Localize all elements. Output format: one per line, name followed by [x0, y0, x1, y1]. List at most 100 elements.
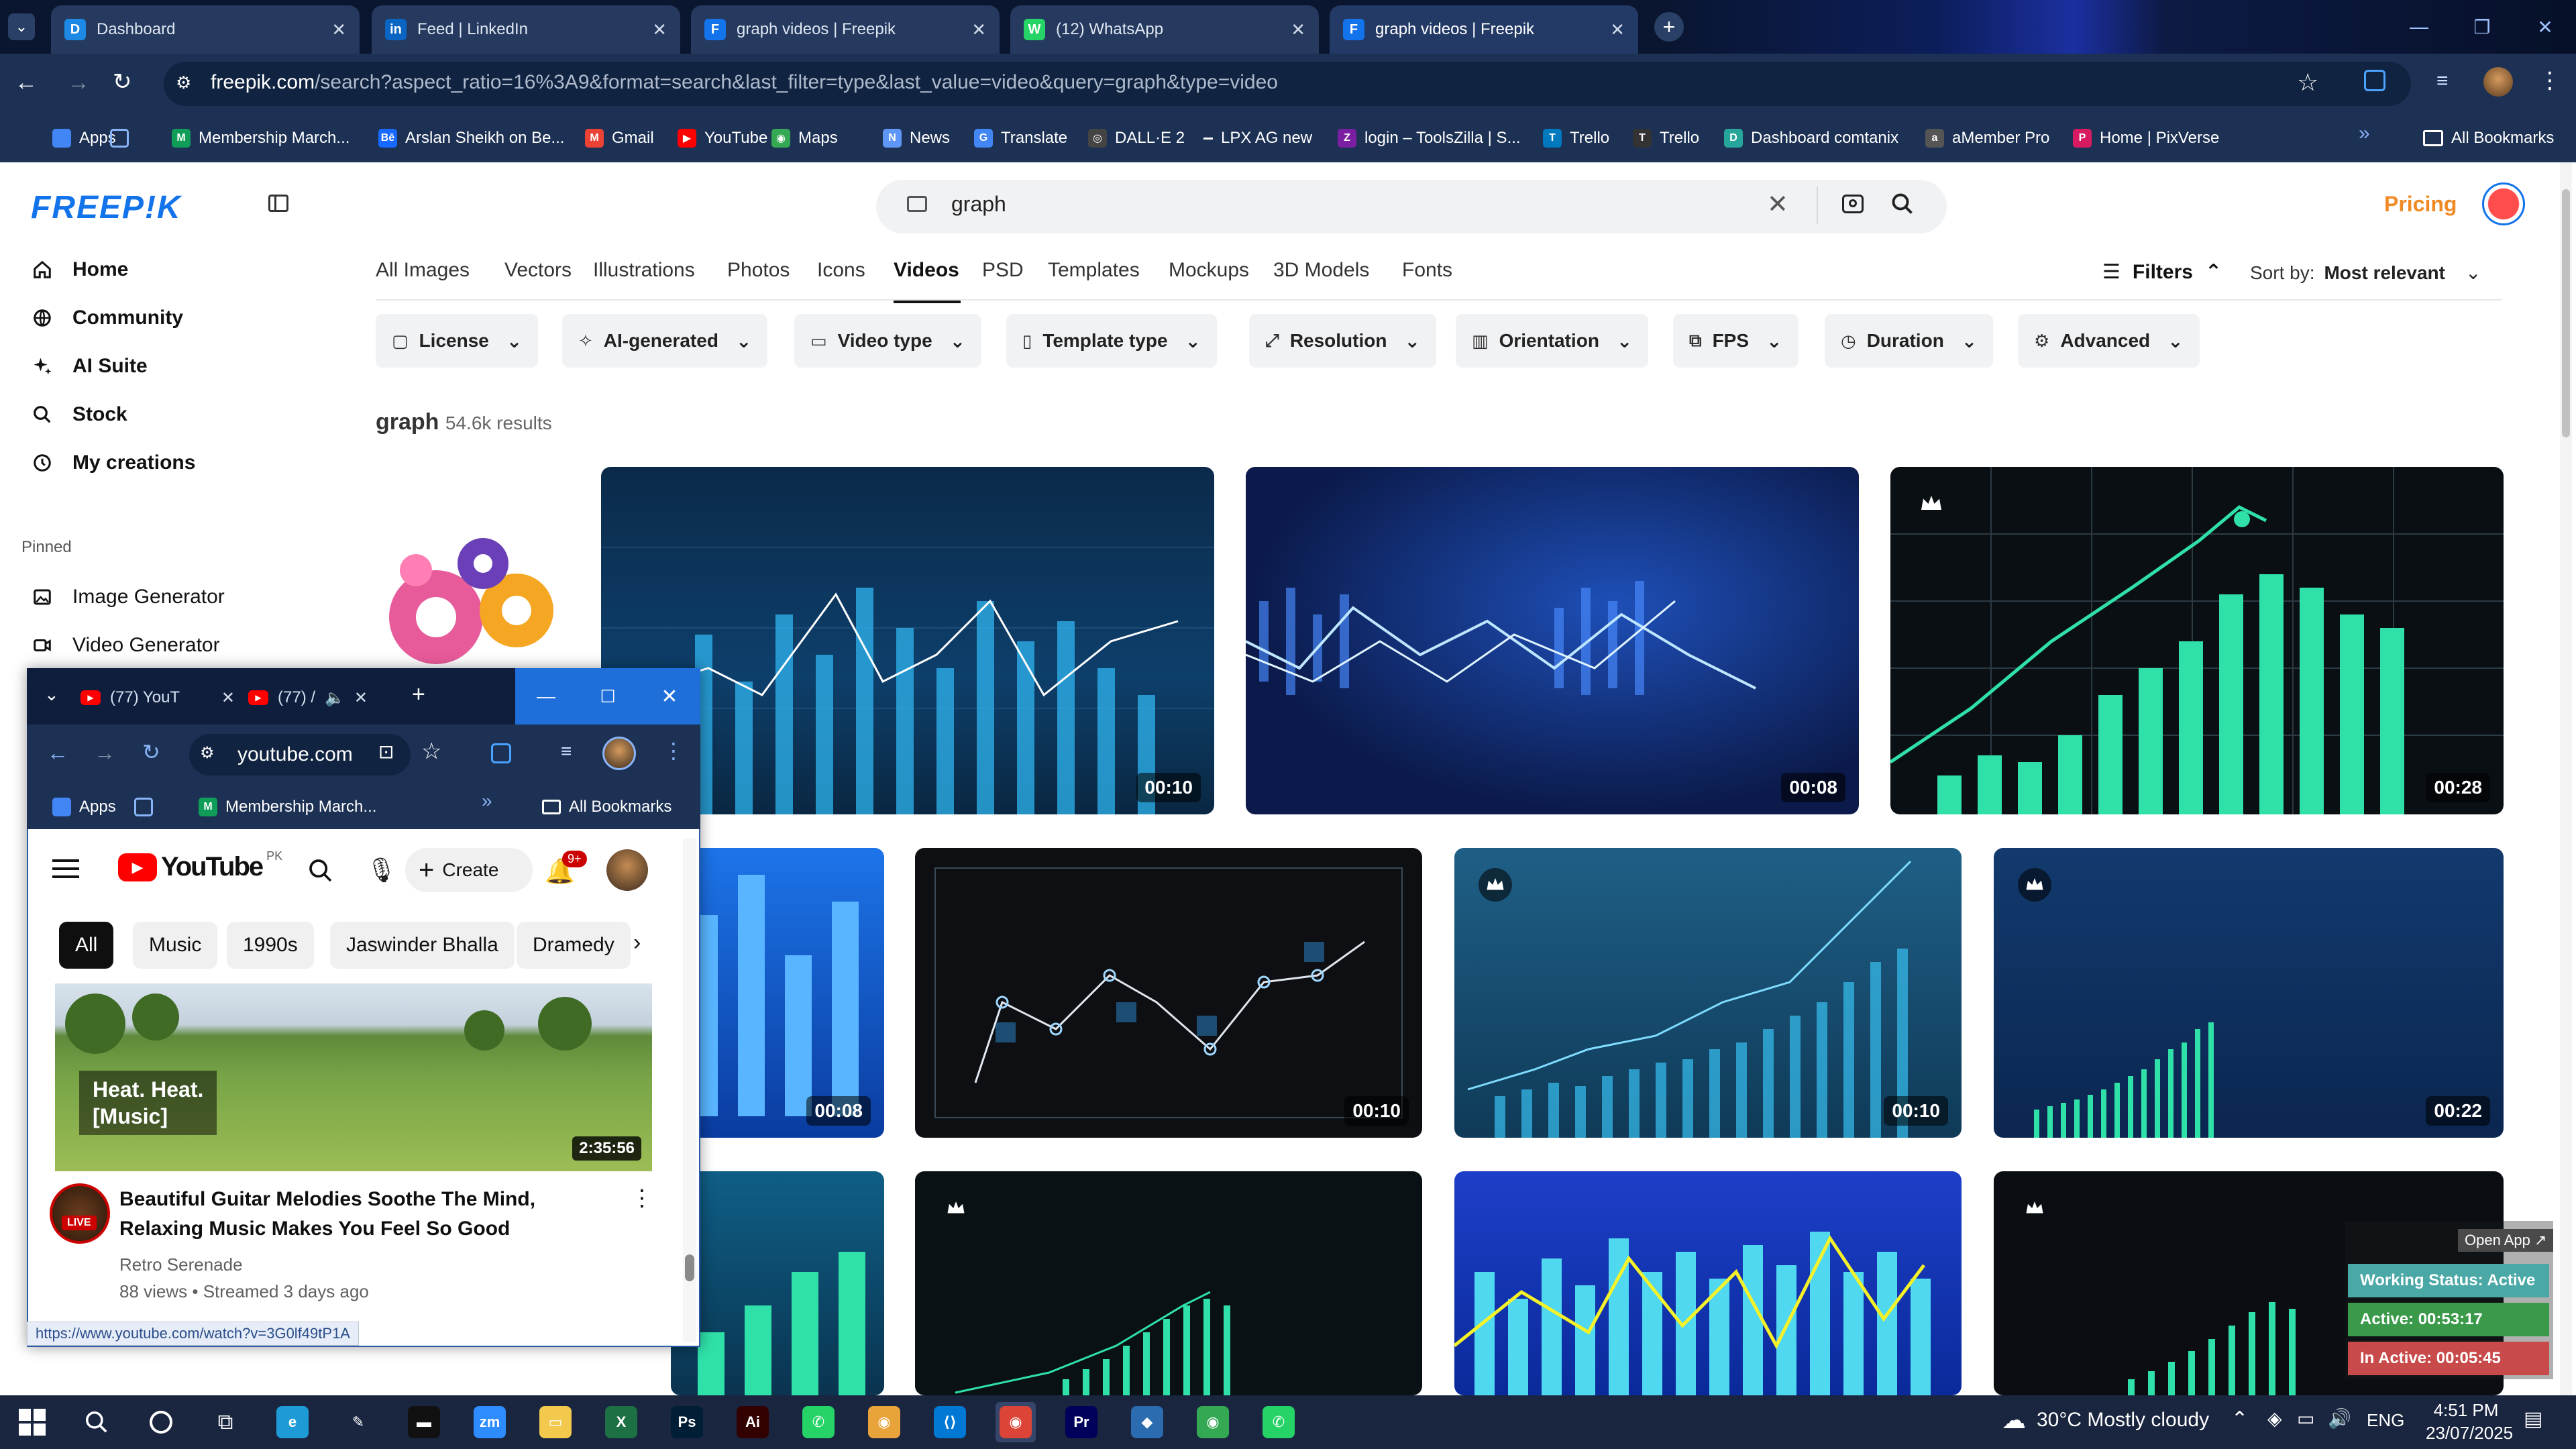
taskbar-app[interactable]: ◉	[996, 1402, 1036, 1442]
filter-chip[interactable]: Music	[133, 922, 218, 969]
search-submit-icon[interactable]	[1890, 192, 1915, 216]
bookmark-item[interactable]: ◎ DALL·E 2	[1088, 123, 1185, 154]
video-thumbnail[interactable]: 00:28	[1890, 467, 2504, 814]
taskbar-app[interactable]: ◉	[864, 1402, 904, 1442]
sidebar-item-home[interactable]: Home	[32, 251, 128, 288]
category-tab[interactable]: Photos	[727, 259, 790, 282]
new-tab-button[interactable]: +	[1654, 12, 1684, 42]
chips-next-icon[interactable]: ›	[633, 930, 641, 956]
yt-extensions-icon[interactable]	[491, 743, 511, 763]
taskbar-app[interactable]: Ps	[667, 1402, 707, 1442]
browser-tab[interactable]: Fgraph videos | Freepik ✕	[1330, 5, 1638, 54]
back-icon[interactable]: ←	[15, 70, 38, 96]
bookmark-item[interactable]: M Gmail	[585, 123, 654, 154]
video-thumbnail[interactable]: 00:08	[1246, 467, 1859, 814]
taskbar-app[interactable]: ▬	[404, 1402, 444, 1442]
profile-avatar[interactable]	[2483, 67, 2513, 97]
sidebar-item-my-creations[interactable]: My creations	[32, 444, 195, 482]
taskbar-app[interactable]: ◉	[1193, 1402, 1233, 1442]
tab-close-icon[interactable]: ✕	[1610, 19, 1625, 40]
bookmark-item[interactable]: P Home | PixVerse	[2073, 123, 2219, 154]
video-thumbnail[interactable]	[915, 1171, 1422, 1395]
bookmark-item[interactable]: ◉ Maps	[771, 123, 838, 154]
bookmark-item[interactable]: Zlogin – ToolsZilla | S...	[1338, 123, 1521, 154]
category-tab[interactable]: PSD	[982, 259, 1024, 282]
filter-button[interactable]: ▯ Template type ⌄	[1006, 314, 1217, 368]
filter-chip[interactable]: 1990s	[227, 922, 314, 969]
video-type-icon[interactable]	[907, 196, 927, 212]
notification-center-icon[interactable]: ▤	[2524, 1407, 2542, 1431]
hamburger-menu-icon[interactable]	[52, 857, 79, 880]
reload-icon[interactable]: ↻	[113, 68, 132, 95]
media-control-icon[interactable]: ≡	[2436, 70, 2449, 93]
category-tab[interactable]: 3D Models	[1273, 259, 1369, 282]
all-bookmarks[interactable]: All Bookmarks	[2423, 123, 2554, 154]
taskbar-app[interactable]: ✆	[798, 1402, 839, 1442]
taskbar-app[interactable]: ▭	[535, 1402, 576, 1442]
yt-media-control-icon[interactable]: ≡	[561, 741, 572, 762]
category-tab[interactable]: Fonts	[1402, 259, 1452, 282]
taskbar-app[interactable]: Pr	[1061, 1402, 1102, 1442]
taskbar-search[interactable]	[76, 1402, 117, 1442]
tray-app-icon[interactable]: ◈	[2267, 1407, 2282, 1430]
clear-search-icon[interactable]: ✕	[1767, 189, 1788, 219]
search-input[interactable]: graph	[951, 192, 1006, 217]
minimize-button[interactable]: —	[2388, 0, 2450, 54]
channel-avatar[interactable]	[50, 1183, 110, 1244]
browser-tab[interactable]: D Dashboard ✕	[51, 5, 360, 54]
filter-button[interactable]: ▥ Orientation ⌄	[1456, 314, 1649, 368]
bookmark-item[interactable]	[110, 123, 137, 154]
bookmark-item[interactable]: T Trello	[1633, 123, 1699, 154]
yt-close-button[interactable]: ✕	[639, 668, 700, 724]
tab-close-icon[interactable]: ✕	[221, 688, 235, 708]
gears-thumbnail[interactable]	[369, 530, 570, 678]
microphone-icon[interactable]: 🎙	[366, 856, 397, 884]
yt-bookmark-star-icon[interactable]: ☆	[421, 738, 441, 765]
taskbar-app[interactable]: X	[601, 1402, 641, 1442]
bookmark-item[interactable]: Apps	[52, 123, 116, 154]
filter-button[interactable]: ⚙ Advanced ⌄	[2018, 314, 2200, 368]
taskbar-app[interactable]: ◆	[1127, 1402, 1167, 1442]
tray-chevron-icon[interactable]: ⌃	[2231, 1407, 2248, 1431]
category-tab[interactable]: Templates	[1048, 259, 1140, 282]
filter-chip[interactable]: Dramedy	[517, 922, 631, 969]
close-window-button[interactable]: ✕	[2514, 0, 2576, 54]
bookmark-item[interactable]: ▶ YouTube	[678, 123, 767, 154]
install-app-icon[interactable]: ⊡	[378, 741, 394, 763]
pricing-link[interactable]: Pricing	[2384, 192, 2457, 217]
bookmark-star-icon[interactable]: ☆	[2297, 68, 2318, 97]
yt-bookmark-membership[interactable]: M Membership March...	[199, 792, 376, 822]
tab-close-icon[interactable]: ✕	[331, 19, 346, 40]
user-avatar[interactable]	[2482, 182, 2525, 225]
category-tab[interactable]: Icons	[817, 259, 865, 282]
yt-tab-search-icon[interactable]: ⌄	[44, 684, 59, 705]
volume-icon[interactable]: 🔊	[2328, 1407, 2351, 1430]
sidebar-toggle-icon[interactable]	[268, 195, 288, 212]
tab-close-icon[interactable]: ✕	[652, 19, 667, 40]
taskbar-app[interactable]: e	[272, 1402, 313, 1442]
youtube-logo[interactable]: ▶ YouTube PK	[118, 849, 282, 882]
bookmark-item[interactable]: T Trello	[1543, 123, 1609, 154]
yt-url-text[interactable]: youtube.com	[237, 743, 353, 766]
taskbar-app[interactable]: ✆	[1258, 1402, 1299, 1442]
chrome-menu-icon[interactable]: ⋮	[2538, 67, 2561, 94]
filter-button[interactable]: ⧉ FPS ⌄	[1673, 314, 1799, 368]
filter-button[interactable]: ✧ AI-generated ⌄	[562, 314, 768, 368]
filter-button[interactable]: ◷ Duration ⌄	[1825, 314, 1994, 368]
start-button[interactable]	[12, 1402, 52, 1442]
weather-widget[interactable]: ☁ 30°C Mostly cloudy	[2002, 1406, 2209, 1434]
video-thumbnail[interactable]: 00:08	[671, 848, 884, 1138]
yt-new-tab-button[interactable]: +	[412, 682, 425, 708]
yt-tab-1[interactable]: ▶ (77) YouT ✕	[80, 676, 235, 719]
sidebar-item-image-generator[interactable]: Image Generator	[32, 578, 225, 616]
yt-maximize-button[interactable]: ☐	[577, 668, 639, 724]
network-icon[interactable]: ▭	[2297, 1407, 2314, 1430]
yt-reload-icon[interactable]: ↻	[142, 739, 160, 765]
more-bookmarks-icon[interactable]: »	[2359, 122, 2370, 145]
bookmark-item[interactable]: D Dashboard comtanix	[1724, 123, 1898, 154]
sidebar-item-community[interactable]: Community	[32, 299, 183, 337]
filter-chip[interactable]: All	[59, 922, 114, 969]
open-app-button[interactable]: Open App ↗	[2458, 1229, 2554, 1252]
taskbar-app[interactable]: ✎	[338, 1402, 378, 1442]
yt-profile-avatar[interactable]	[602, 737, 636, 770]
